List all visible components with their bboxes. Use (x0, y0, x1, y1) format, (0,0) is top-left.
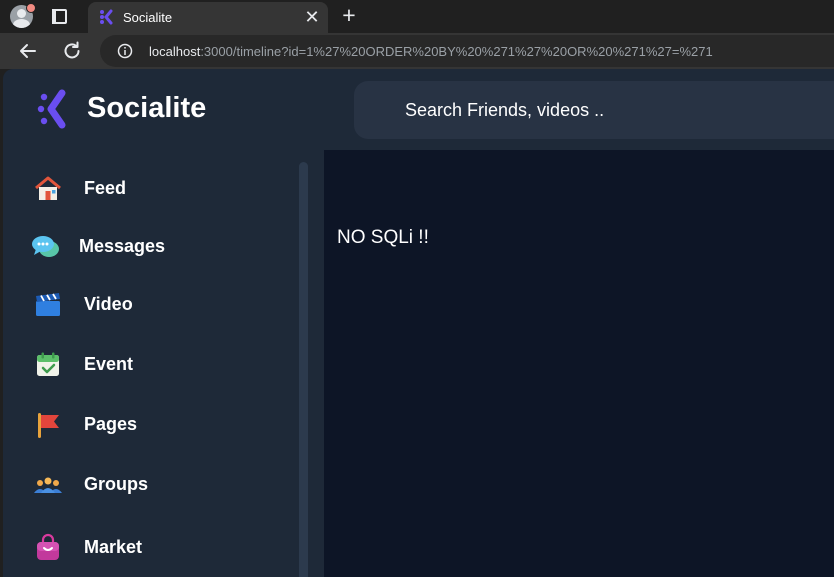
reload-icon[interactable] (60, 39, 84, 63)
info-icon[interactable] (117, 43, 133, 59)
sidebar-item-feed[interactable]: Feed (3, 167, 293, 211)
sidebar-item-label: Market (84, 537, 143, 557)
socialite-app: Socialite Search Friends, videos .. Feed (3, 69, 834, 577)
sidebar-item-video[interactable]: Video (3, 283, 293, 327)
address-bar[interactable]: localhost:3000/timeline?id=1%27%20ORDER%… (100, 35, 834, 67)
browser-tab-active[interactable]: Socialite ✕ (88, 2, 328, 33)
people-group-icon (34, 477, 62, 493)
browser-toolbar: localhost:3000/timeline?id=1%27%20ORDER%… (0, 33, 834, 69)
sidebar-item-groups[interactable]: Groups (3, 463, 293, 507)
back-arrow-icon[interactable] (16, 39, 40, 63)
tab-close-icon[interactable]: ✕ (303, 8, 321, 26)
sidebar-item-label: Pages (84, 414, 138, 434)
socialite-favicon-icon (100, 9, 113, 25)
tab-actions-icon[interactable] (50, 7, 68, 25)
sidebar-item-event[interactable]: Event (3, 343, 293, 387)
sidebar-item-label: Video (84, 294, 133, 314)
sidebar-item-label: Event (84, 354, 134, 374)
url-text[interactable]: localhost:3000/timeline?id=1%27%20ORDER%… (149, 44, 713, 59)
sidebar-item-market[interactable]: Market (3, 526, 293, 570)
status-message: NO SQLi !! (337, 227, 429, 248)
url-host: localhost (149, 44, 201, 59)
tab-strip: Socialite ✕ + (0, 0, 834, 33)
sidebar-item-messages[interactable]: Messages (3, 225, 293, 269)
brand-name[interactable]: Socialite (87, 92, 206, 125)
sidebar: Feed Messages Video Event Pages Groups M… (3, 150, 324, 577)
sidebar-item-pages[interactable]: Pages (3, 403, 293, 447)
tab-title: Socialite (123, 10, 173, 25)
profile-notification-dot (26, 3, 36, 13)
calendar-check-icon (37, 352, 59, 376)
sidebar-item-label: Feed (84, 178, 127, 198)
new-tab-icon[interactable]: + (338, 4, 360, 27)
socialite-logo-icon[interactable] (36, 89, 76, 129)
house-icon (35, 176, 61, 200)
sidebar-item-label: Groups (84, 474, 149, 494)
chat-bubble-icon (32, 236, 59, 257)
main-content: NO SQLi !! (324, 150, 834, 577)
search-placeholder: Search Friends, videos .. (405, 100, 605, 120)
url-path: :3000/timeline?id=1%27%20ORDER%20BY%20%2… (200, 44, 713, 59)
sidebar-item-label: Messages (79, 236, 166, 256)
clapperboard-icon (36, 293, 60, 316)
flag-icon (38, 413, 59, 438)
page-viewport: Socialite Search Friends, videos .. Feed (0, 69, 834, 577)
shopping-bag-icon (37, 533, 59, 560)
search-input[interactable]: Search Friends, videos .. (354, 81, 834, 139)
sidebar-scrollbar[interactable] (299, 162, 308, 577)
